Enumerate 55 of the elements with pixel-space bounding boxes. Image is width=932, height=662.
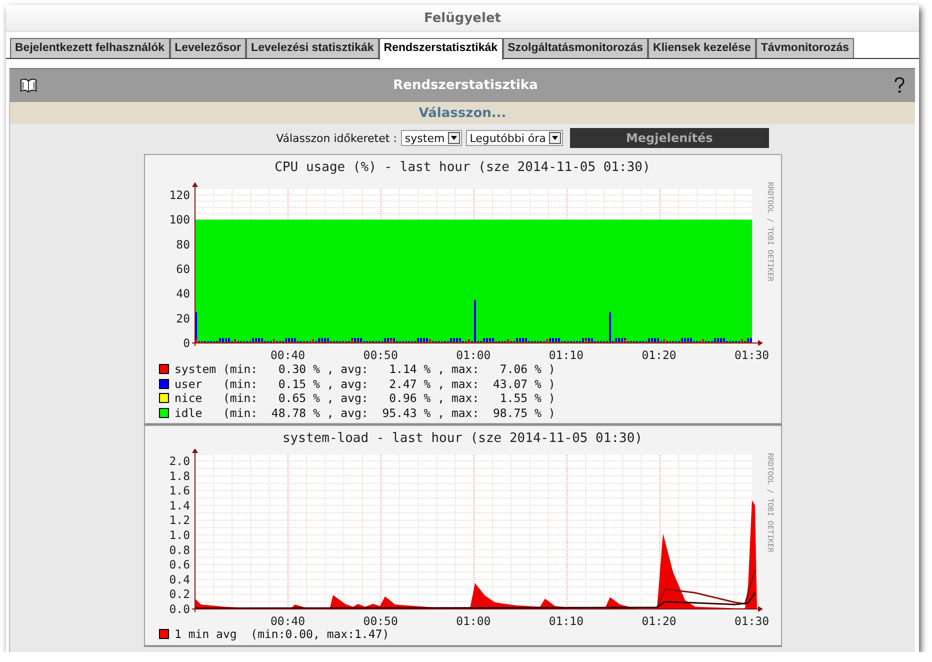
graph-title: system-load - last hour (sze 2014-11-05 01:30)	[281, 430, 644, 448]
x-axis-label: 01:10	[548, 614, 584, 627]
x-axis-label: 01:00	[456, 614, 490, 627]
legend-text: idle (min: 48.78 % , avg: 95.43 % , max: 98.75 % )	[174, 406, 556, 420]
x-axis-label: 01:30	[734, 348, 769, 362]
help-icon[interactable]	[894, 77, 905, 94]
y-axis-label: 1.4	[168, 498, 190, 512]
x-axis-label: 00:50	[362, 348, 398, 362]
y-axis-label: 0.8	[168, 542, 190, 557]
dropdown[interactable]: Legutóbbi óra	[466, 130, 563, 146]
panel-title: Rendszerstatisztika	[393, 78, 538, 93]
tab[interactable]: Távmonitorozás	[756, 38, 854, 58]
x-axis-label: 01:30	[734, 614, 769, 627]
section-subtitle: Válasszon...	[10, 102, 915, 124]
caret-icon	[552, 136, 558, 140]
book-icon[interactable]	[20, 78, 37, 93]
y-axis-label: 1.0	[168, 528, 190, 542]
window-title: Felügyelet	[424, 10, 501, 26]
tab[interactable]: Kliensek kezelése	[648, 38, 756, 58]
y-axis-label: 60	[176, 262, 190, 276]
legend-text: 1 min avg (min:0.00, max:1.47)	[174, 627, 390, 642]
y-axis-label: 40	[176, 286, 190, 301]
y-axis-label: 20	[176, 311, 190, 326]
x-axis-label: 00:40	[270, 614, 305, 627]
y-axis-label: 1.8	[168, 468, 190, 483]
tab[interactable]: Levelezési statisztikák	[246, 38, 379, 58]
x-axis-label: 01:20	[641, 348, 676, 362]
legend-text: nice (min: 0.65 % , avg: 0.96 % , max: 1.55 % )	[174, 391, 556, 406]
x-axis-label: 00:40	[270, 348, 305, 362]
y-axis-label: 0.4	[168, 572, 190, 586]
tab[interactable]: Bejelentkezett felhasználók	[10, 38, 170, 58]
x-axis-label: 01:00	[456, 348, 490, 362]
show-button[interactable]: Megjelenítés	[570, 128, 769, 148]
y-axis-label: 100	[168, 212, 190, 227]
y-axis-label: 0	[182, 336, 190, 350]
graph-title: CPU usage (%) - last hour (sze 2014-11-05 01:30)	[274, 159, 652, 177]
caret-icon	[450, 136, 457, 140]
x-axis-label: 00:50	[362, 614, 398, 627]
y-axis-label: 1.6	[168, 484, 190, 498]
x-axis-label: 01:10	[548, 348, 584, 362]
y-axis-label: 0.0	[168, 602, 190, 616]
legend-text: user (min: 0.15 % , avg: 2.47 % , max: 43.07 % )	[174, 376, 556, 391]
x-axis-label: 01:20	[641, 614, 676, 627]
y-axis-label: 0.2	[168, 587, 190, 602]
dropdown[interactable]: system	[400, 130, 462, 146]
y-axis-label: 120	[168, 188, 190, 202]
legend-text: system (min: 0.30 % , avg: 1.14 % , max: 7.06 % )	[174, 362, 556, 376]
y-axis-label: 1.2	[168, 513, 190, 528]
y-axis-label: 80	[176, 237, 190, 252]
tab[interactable]: Rendszerstatisztikák	[378, 38, 503, 60]
y-axis-label: 2.0	[168, 454, 190, 468]
timeframe-label: Válasszon időkeretet :	[276, 132, 397, 144]
y-axis-label: 0.6	[168, 558, 190, 572]
tab[interactable]: Levelezősor	[170, 38, 246, 58]
tab[interactable]: Szolgáltatásmonitorozás	[502, 38, 648, 58]
